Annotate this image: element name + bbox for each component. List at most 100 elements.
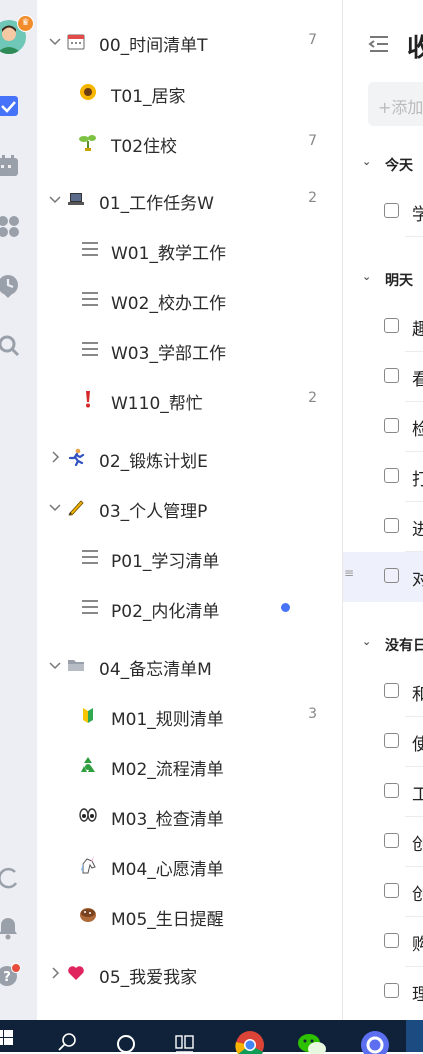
task-row[interactable]: 检	[343, 402, 423, 452]
list-item[interactable]: W110_帮忙 2	[37, 379, 342, 419]
task-panel: 收 +添加 ⌄ 今天 学 ⌄ 明天 趣 看 检 打 进 ≡ 对 ⌄ 没有日 和 …	[343, 0, 423, 1020]
list-label: 03_个人管理P	[99, 502, 208, 522]
search-icon[interactable]	[57, 1032, 79, 1052]
exclamation-icon	[86, 391, 90, 408]
bell-icon[interactable]	[0, 916, 20, 940]
task-row[interactable]: 趣	[343, 302, 423, 352]
calendar-icon	[67, 34, 85, 50]
list-item[interactable]: M05_生日提醒	[37, 895, 342, 935]
task-count: 2	[308, 390, 317, 406]
task-row[interactable]: 和	[343, 667, 423, 717]
task-checkbox[interactable]	[384, 368, 399, 383]
sunflower-icon	[80, 84, 96, 100]
list-item[interactable]: T01_居家	[37, 72, 342, 112]
list-label: M03_检查清单	[111, 810, 224, 830]
task-checkbox[interactable]	[384, 318, 399, 333]
list-item[interactable]: P01_学习清单	[37, 537, 342, 577]
chevron-right-icon[interactable]	[47, 449, 63, 465]
checkbox-icon[interactable]	[0, 94, 20, 118]
task-row[interactable]: 创	[343, 867, 423, 917]
task-checkbox[interactable]	[384, 468, 399, 483]
list-label: T02住校	[111, 137, 178, 157]
task-row[interactable]: 使	[343, 717, 423, 767]
folder-row[interactable]: 05_我爱我家	[37, 953, 342, 993]
task-checkbox[interactable]	[384, 683, 399, 698]
list-item[interactable]: M02_流程清单	[37, 745, 342, 785]
sync-icon[interactable]	[0, 866, 20, 890]
list-item[interactable]: M03_检查清单	[37, 795, 342, 835]
task-checkbox[interactable]	[384, 783, 399, 798]
task-title: 趣	[412, 320, 423, 340]
section-header[interactable]: ⌄ 没有日	[362, 635, 423, 655]
task-row[interactable]: 看	[343, 352, 423, 402]
add-task-placeholder: +添加	[378, 98, 423, 117]
heart-icon	[68, 966, 84, 980]
list-label: W02_校办工作	[111, 294, 226, 314]
chevron-down-icon[interactable]	[47, 499, 63, 515]
task-row-hovered[interactable]: ≡ 对	[343, 552, 423, 602]
list-label: P01_学习清单	[111, 552, 220, 572]
cortana-icon[interactable]	[115, 1034, 137, 1054]
folder-row[interactable]: 02_锻炼计划E	[37, 437, 342, 477]
list-item[interactable]: W03_学部工作	[37, 329, 342, 369]
app-icon[interactable]	[360, 1030, 390, 1054]
section-label: 没有日	[385, 638, 423, 654]
task-checkbox[interactable]	[384, 568, 399, 583]
chevron-down-icon[interactable]	[47, 191, 63, 207]
list-label: W110_帮忙	[111, 394, 203, 414]
section-header[interactable]: ⌄ 明天	[362, 270, 413, 290]
task-row[interactable]: 创	[343, 817, 423, 867]
task-checkbox[interactable]	[384, 983, 399, 998]
list-label: W01_教学工作	[111, 244, 226, 264]
section-label: 今天	[385, 158, 413, 174]
chrome-icon[interactable]	[235, 1030, 265, 1054]
task-title: 检	[412, 420, 423, 440]
unicorn-icon	[81, 856, 96, 874]
eyes-icon	[79, 808, 97, 822]
task-row[interactable]: 打	[343, 452, 423, 502]
chevron-down-icon[interactable]	[47, 657, 63, 673]
task-checkbox[interactable]	[384, 833, 399, 848]
task-row[interactable]: 进	[343, 502, 423, 552]
task-checkbox[interactable]	[384, 933, 399, 948]
folder-row[interactable]: 03_个人管理P	[37, 487, 342, 527]
chevron-down-icon: ⌄	[362, 155, 372, 168]
task-title: 创	[412, 835, 423, 855]
folder-row[interactable]: 04_备忘清单M	[37, 645, 342, 685]
task-title: 理	[412, 985, 423, 1005]
task-checkbox[interactable]	[384, 418, 399, 433]
calendar-icon[interactable]	[0, 154, 20, 178]
task-row[interactable]: 工	[343, 767, 423, 817]
task-title: 创	[412, 885, 423, 905]
task-checkbox[interactable]	[384, 518, 399, 533]
cake-icon	[80, 908, 96, 922]
list-item[interactable]: M04_心愿清单	[37, 845, 342, 885]
list-item[interactable]: T02住校 7	[37, 122, 342, 162]
folder-row[interactable]: 00_时间清单T 7	[37, 21, 342, 61]
list-item[interactable]: P02_内化清单	[37, 587, 342, 627]
chevron-down-icon[interactable]	[47, 33, 63, 49]
search-icon[interactable]	[0, 334, 20, 358]
task-view-icon[interactable]	[174, 1034, 196, 1054]
clock-icon[interactable]	[0, 274, 20, 298]
task-row[interactable]: 理	[343, 967, 423, 1017]
task-title: 看	[412, 370, 423, 390]
task-row[interactable]: 购	[343, 917, 423, 967]
list-item[interactable]: M01_规则清单 3	[37, 695, 342, 735]
wechat-icon[interactable]	[297, 1030, 327, 1054]
add-task-input[interactable]: +添加	[368, 82, 423, 126]
chevron-right-icon[interactable]	[47, 965, 63, 981]
task-checkbox[interactable]	[384, 883, 399, 898]
collapse-sidebar-icon[interactable]	[368, 34, 390, 54]
windows-start-icon[interactable]	[0, 1030, 14, 1046]
task-checkbox[interactable]	[384, 733, 399, 748]
grid-icon[interactable]	[0, 214, 20, 238]
task-title: 购	[412, 935, 423, 955]
list-item[interactable]: W02_校办工作	[37, 279, 342, 319]
task-checkbox[interactable]	[384, 203, 399, 218]
task-row[interactable]: 学	[343, 187, 423, 237]
folder-row[interactable]: 01_工作任务W 2	[37, 179, 342, 219]
drag-handle-icon[interactable]: ≡	[344, 566, 354, 580]
section-header[interactable]: ⌄ 今天	[362, 155, 413, 175]
list-item[interactable]: W01_教学工作	[37, 229, 342, 269]
